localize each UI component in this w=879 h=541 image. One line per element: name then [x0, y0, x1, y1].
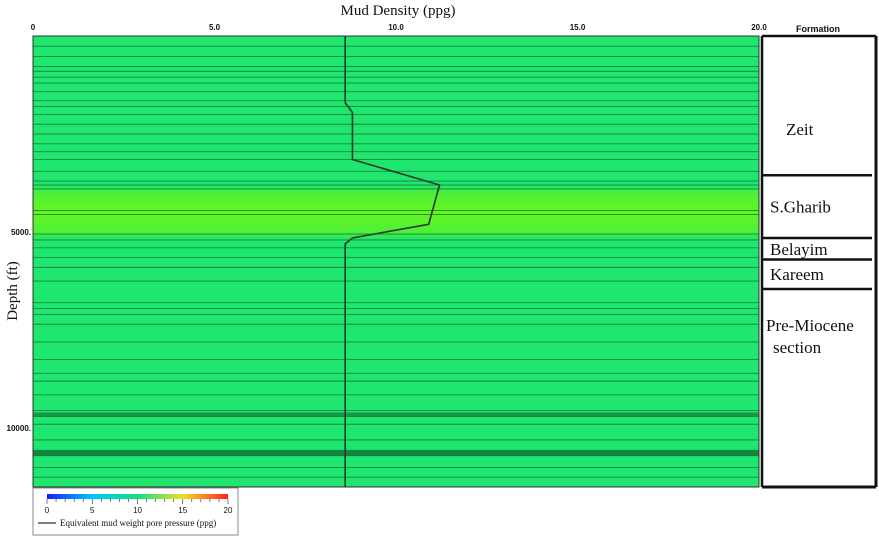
- y-axis-ticks: 5000. 10000.: [7, 228, 31, 433]
- formation-label: S.Gharib: [770, 198, 831, 217]
- x-axis-ticks: 0 5.0 10.0 15.0 20.0: [31, 23, 768, 32]
- colorbar-tick-label: 5: [90, 506, 95, 515]
- highlight-band: [33, 185, 759, 240]
- x-tick-label: 15.0: [570, 23, 586, 32]
- colorbar-legend: 0 5 10 15 20 Equivalent mud weight pore pres…: [32, 487, 239, 536]
- formation-label-line: Zeit: [786, 120, 814, 139]
- formation-label: Pre-Miocene section: [766, 316, 854, 357]
- colorbar-tick-label: 0: [45, 506, 50, 515]
- legend-label: Equivalent mud weight pore pressure (ppg…: [60, 518, 216, 528]
- colorbar-tick-label: 20: [224, 506, 233, 515]
- colorbar-tick-label: 10: [133, 506, 142, 515]
- colorbar-gradient: [47, 494, 228, 499]
- plot-area: [32, 35, 760, 488]
- formation-column: Formation Zeit S.Gharib Belayim Kareem Pre-M…: [760, 24, 878, 489]
- formation-label-line: Belayim: [770, 240, 828, 259]
- colorbar-tick-label: 15: [178, 506, 187, 515]
- mud-density-chart: Mud Density (ppg) Depth (ft) 0 5.0 10.0 15.…: [5, 3, 878, 536]
- formation-label-line: Pre-Miocene: [766, 316, 854, 335]
- formation-label-line: Kareem: [770, 265, 824, 284]
- formation-label: Zeit: [786, 120, 814, 139]
- formation-label-line: S.Gharib: [770, 198, 831, 217]
- formation-label-line: section: [773, 338, 822, 357]
- dark-layer: [33, 449, 759, 456]
- x-tick-label: 10.0: [388, 23, 404, 32]
- x-tick-label: 20.0: [751, 23, 767, 32]
- x-tick-label: 5.0: [209, 23, 221, 32]
- plot-background: [33, 36, 759, 487]
- formation-label: Belayim: [770, 240, 828, 259]
- formation-label: Kareem: [770, 265, 824, 284]
- y-tick-label: 10000.: [7, 424, 31, 433]
- x-tick-label: 0: [31, 23, 36, 32]
- y-tick-label: 5000.: [11, 228, 31, 237]
- formation-header: Formation: [796, 24, 840, 34]
- y-axis-title: Depth (ft): [5, 261, 21, 321]
- dark-layer: [33, 412, 759, 417]
- x-axis-title: Mud Density (ppg): [341, 3, 456, 19]
